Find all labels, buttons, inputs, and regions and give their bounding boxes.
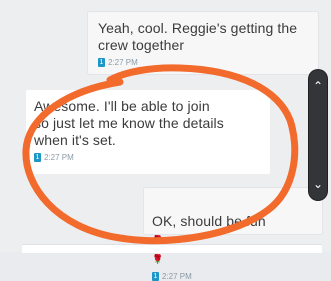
message-text-row: OK, should be fun 🌹 🌹 [152,196,314,268]
read-receipt-icon: 1 [152,272,159,281]
message-text: Awesome. I'll be able to join so just le… [34,98,224,148]
message-bubble-outgoing[interactable]: Awesome. I'll be able to join so just le… [26,90,270,174]
message-time: 2:27 PM [44,153,74,162]
message-bubble-incoming[interactable]: Yeah, cool. Reggie's getting the crew to… [88,12,318,74]
message-meta: 1 2:27 PM [152,272,314,281]
read-receipt-icon: 1 [98,58,105,67]
read-receipt-icon: 1 [34,153,41,162]
message-meta: 1 2:27 PM [34,153,262,162]
message-text: OK, should be fun [152,213,266,229]
scrollbar[interactable]: ⌃ ⌄ [309,70,327,200]
rose-emoji: 🌹 [152,254,164,264]
message-text: Yeah, cool. Reggie's getting the crew to… [98,20,298,53]
message-meta: 1 2:27 PM [98,58,310,67]
message-bubble-incoming[interactable]: OK, should be fun 🌹 🌹 1 2:27 PM [144,188,322,281]
chat-thread: Yeah, cool. Reggie's getting the crew to… [0,0,331,281]
message-time: 2:27 PM [162,272,192,281]
message-time: 2:27 PM [108,58,138,67]
chevron-up-icon[interactable]: ⌃ [309,76,327,96]
chevron-down-icon[interactable]: ⌄ [309,174,327,194]
